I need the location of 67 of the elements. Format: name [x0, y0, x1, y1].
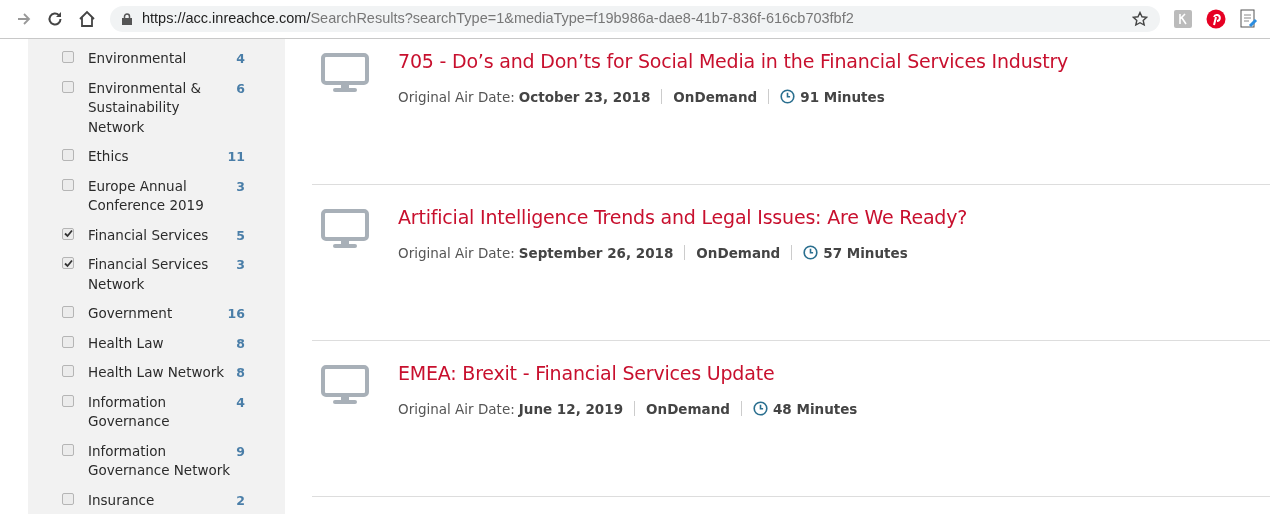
- clock-icon: [780, 89, 796, 105]
- monitor-icon: [321, 53, 369, 93]
- duration-text: 91 Minutes: [800, 87, 885, 107]
- checkbox[interactable]: [62, 394, 74, 407]
- format-text: OnDemand: [696, 243, 781, 263]
- format-text: OnDemand: [646, 399, 730, 419]
- filter-count: 8: [236, 334, 245, 353]
- filter-count: 11: [227, 148, 245, 166]
- forward-icon[interactable]: [16, 11, 32, 27]
- filter-count: 3: [236, 177, 245, 196]
- extension-icon[interactable]: [1174, 10, 1192, 28]
- air-date: October 23, 2018: [518, 87, 651, 107]
- air-date: September 26, 2018: [518, 243, 674, 263]
- format-text: OnDemand: [673, 87, 758, 107]
- lock-icon: [122, 13, 132, 25]
- filter-label: Europe Annual Conference 2019: [88, 176, 205, 215]
- filter-label: Financial Services Network: [88, 255, 210, 294]
- filter-label: Insurance: [88, 490, 156, 510]
- filter-count: 4: [236, 393, 245, 412]
- filter-label: Information Governance Network: [88, 441, 232, 480]
- url-text: https://acc.inreachce.com/SearchResults?searchType=1&mediaType=f19b986a-dae8-41b7-836f-616cb703fbf2: [142, 9, 854, 29]
- monitor-icon: [321, 209, 369, 249]
- date-label: Original Air Date:: [398, 87, 515, 107]
- checkbox[interactable]: [62, 51, 74, 63]
- checkbox[interactable]: [62, 80, 74, 93]
- checkbox[interactable]: [62, 227, 74, 240]
- filter-label: Environmental: [88, 49, 188, 68]
- filter-count: 6: [236, 79, 245, 98]
- filter-label: Financial Services: [88, 225, 210, 245]
- clock-icon: [752, 401, 768, 417]
- checkbox[interactable]: [62, 149, 74, 161]
- filter-count: 16: [227, 305, 245, 323]
- monitor-icon: [321, 365, 369, 405]
- air-date: June 12, 2019: [518, 399, 624, 419]
- filter-count: 9: [236, 442, 245, 461]
- filter-count: 3: [236, 256, 245, 274]
- checkbox[interactable]: [62, 306, 74, 318]
- filter-count: 5: [236, 226, 245, 245]
- filter-count: 8: [236, 364, 245, 382]
- filter-label: Environmental & Sustainability Network: [88, 78, 203, 137]
- duration-text: 57 Minutes: [823, 243, 908, 263]
- checkbox[interactable]: [62, 365, 74, 377]
- note-icon[interactable]: [1240, 9, 1258, 29]
- filter-label: Ethics: [88, 147, 130, 166]
- address-bar[interactable]: https://acc.inreachce.com/SearchResults?searchType=1&mediaType=f19b986a-dae8-41b7-836f-616cb703fbf2: [110, 6, 1160, 32]
- result-title-link[interactable]: 705 - Do’s and Don’ts for Social Media in the Financial Services Industry: [398, 50, 1069, 72]
- filter-label: Information Governance: [88, 392, 171, 431]
- checkbox[interactable]: [62, 492, 74, 505]
- star-icon[interactable]: [1132, 11, 1148, 27]
- duration-text: 48 Minutes: [772, 399, 858, 419]
- result-title-link[interactable]: Artificial Intelligence Trends and Legal Issues: Are We Ready?: [398, 206, 968, 228]
- date-label: Original Air Date:: [398, 243, 515, 263]
- checkbox[interactable]: [62, 443, 74, 456]
- filter-label: Health Law: [88, 333, 165, 353]
- checkbox[interactable]: [62, 178, 74, 191]
- checkbox[interactable]: [62, 257, 74, 269]
- reload-icon[interactable]: [46, 10, 64, 28]
- filter-label: Health Law Network: [88, 363, 226, 382]
- filter-count: 2: [236, 491, 245, 510]
- filter-label: Government: [88, 304, 174, 323]
- date-label: Original Air Date:: [398, 399, 515, 419]
- filter-count: 4: [236, 50, 245, 68]
- pin-icon[interactable]: [1206, 9, 1226, 29]
- checkbox[interactable]: [62, 335, 74, 348]
- home-icon[interactable]: [78, 10, 96, 28]
- result-title-link[interactable]: EMEA: Brexit - Financial Services Update: [398, 362, 775, 384]
- clock-icon: [803, 245, 819, 261]
